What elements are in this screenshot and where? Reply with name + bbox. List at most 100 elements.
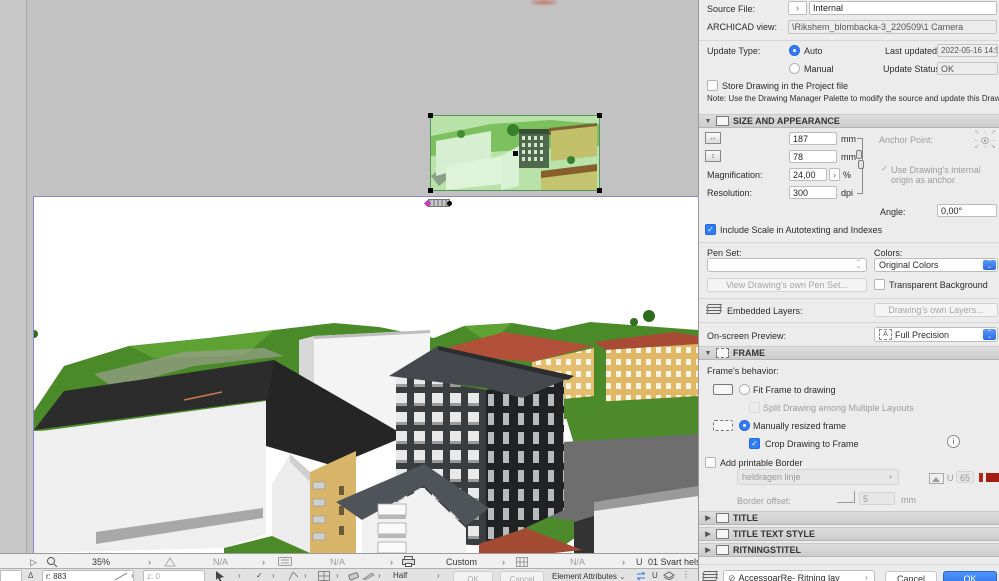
print-setting[interactable]: Custom: [446, 557, 477, 567]
play-icon[interactable]: ▷: [30, 557, 37, 568]
preview-dropdown[interactable]: A Full Precision ⌃ ⌄: [874, 327, 998, 342]
status-bar: ▷ 35% › N/A › N/A › Custom › N/A › U 01 …: [0, 553, 712, 568]
fit-frame-icon: [713, 384, 733, 395]
archicad-window: ▷ 35% › N/A › N/A › Custom › N/A › U 01 …: [0, 0, 999, 581]
flyout-arrow-icon[interactable]: ›: [272, 571, 275, 580]
flyout-arrow-icon[interactable]: ›: [131, 571, 134, 580]
flyout-arrow-icon[interactable]: ›: [238, 571, 241, 580]
size-appearance-header[interactable]: ▼ SIZE AND APPEARANCE: [699, 114, 999, 128]
flyout-arrow-icon[interactable]: ›: [437, 571, 440, 580]
ok-button-disabled[interactable]: OK: [453, 571, 493, 581]
layer-dropdown[interactable]: ⊘ AccessoarRe- Ritning lay ›: [723, 570, 875, 581]
frame-header[interactable]: ▼ FRAME: [699, 346, 999, 360]
border-offset-unit: mm: [901, 495, 916, 505]
chain-link-icon[interactable]: [856, 150, 862, 159]
fit-frame-label[interactable]: Fit Frame to drawing: [753, 385, 836, 395]
layers-icon[interactable]: [662, 571, 675, 580]
manual-frame-label[interactable]: Manually resized frame: [753, 421, 846, 431]
resolution-field[interactable]: 300: [789, 186, 837, 199]
title-text-style-icon: [716, 529, 729, 539]
z-tracker-field[interactable]: z: 0: [143, 570, 205, 581]
delta-icon[interactable]: Δ: [28, 571, 33, 580]
cancel-button-disabled[interactable]: Cancel: [500, 571, 544, 581]
width-field[interactable]: 187: [789, 132, 837, 145]
transparent-bg-label[interactable]: Transparent Background: [889, 280, 988, 290]
store-drawing-label[interactable]: Store Drawing in the Project file: [722, 81, 848, 91]
colors-dropdown[interactable]: Original Colors ⌃ ⌄: [874, 258, 998, 272]
flyout-arrow-icon[interactable]: ›: [622, 557, 625, 567]
selection-handle[interactable]: [597, 188, 602, 193]
check-tool-icon[interactable]: ✓: [256, 571, 263, 580]
keyboard-icon: [278, 557, 292, 566]
auto-radio[interactable]: [789, 45, 800, 56]
pen-set-label: Pen Set:: [707, 248, 742, 258]
view-pen-set-button[interactable]: View Drawing's own Pen Set...: [707, 278, 867, 292]
drawing-title-marker[interactable]: [423, 199, 452, 208]
kebab-icon[interactable]: ⋮: [682, 570, 690, 579]
transfer-settings-icon[interactable]: [636, 571, 649, 581]
magnification-flyout[interactable]: ›: [829, 168, 840, 181]
ritningstitel-header[interactable]: ▶ RITNINGSTITEL: [699, 543, 999, 557]
selected-drawing-preview[interactable]: [428, 113, 602, 193]
flyout-arrow-icon[interactable]: ›: [378, 571, 381, 580]
anchor-point-label: Anchor Point:: [879, 135, 934, 145]
element-attributes-menu[interactable]: Element Attributes ⌄: [552, 572, 626, 581]
disclosure-closed-icon: ▶: [705, 547, 711, 554]
arrow-tool-icon[interactable]: [214, 570, 226, 581]
trim-tool-icon[interactable]: [288, 571, 299, 581]
pen-set-dropdown[interactable]: ⌃ ⌄: [707, 258, 867, 272]
flyout-arrow-icon[interactable]: ›: [304, 571, 307, 580]
manual-frame-radio[interactable]: [739, 420, 750, 431]
cancel-button[interactable]: Cancel: [885, 571, 937, 581]
3d-view-drawing[interactable]: [34, 296, 698, 553]
add-border-checkbox[interactable]: [705, 457, 716, 468]
manual-label[interactable]: Manual: [804, 64, 834, 74]
ok-button[interactable]: OK: [943, 571, 997, 581]
transparent-bg-checkbox[interactable]: [874, 279, 885, 290]
chain-link-icon[interactable]: [858, 160, 864, 169]
crop-checkbox[interactable]: [749, 438, 760, 449]
dropdown-arrows-icon: ⌃ ⌄: [983, 329, 996, 340]
title-header[interactable]: ▶ TITLE: [699, 511, 999, 525]
include-scale-checkbox[interactable]: [705, 224, 716, 235]
flyout-arrow-icon[interactable]: ›: [502, 557, 505, 567]
pencil-icon[interactable]: [362, 571, 375, 580]
flyout-arrow-icon[interactable]: ›: [390, 557, 393, 567]
magnification-field[interactable]: 24,00: [789, 168, 827, 181]
source-flyout-button[interactable]: ›: [788, 1, 807, 15]
grid-snap-icon[interactable]: [318, 571, 330, 581]
add-border-label[interactable]: Add printable Border: [720, 458, 803, 468]
selection-center-handle[interactable]: [513, 151, 518, 156]
store-drawing-checkbox[interactable]: [707, 80, 718, 91]
flyout-arrow-icon[interactable]: ›: [262, 557, 265, 567]
eraser-icon[interactable]: [348, 571, 360, 581]
flyout-arrow-icon[interactable]: ›: [148, 557, 151, 567]
update-status-field: OK: [937, 62, 998, 75]
stepper-icon: ⌃ ⌄: [855, 260, 862, 270]
line-tool-icon[interactable]: [114, 572, 128, 581]
info-icon[interactable]: i: [947, 435, 960, 448]
pen-weight-value[interactable]: Half: [393, 571, 407, 580]
source-file-field[interactable]: Internal: [809, 1, 997, 15]
auto-label[interactable]: Auto: [804, 46, 823, 56]
magnification-label: Magnification:: [707, 170, 763, 180]
selection-handle[interactable]: [597, 113, 602, 118]
flyout-arrow-icon[interactable]: ›: [336, 571, 339, 580]
selection-handle[interactable]: [428, 113, 433, 118]
pen-icon[interactable]: U: [652, 571, 658, 580]
drawings-own-layers-button[interactable]: Drawing's own Layers...: [874, 303, 998, 317]
title-text-style-header[interactable]: ▶ TITLE TEXT STYLE: [699, 527, 999, 541]
border-offset-label: Border offset:: [737, 496, 791, 506]
angle-field[interactable]: 0,00°: [937, 204, 997, 217]
marker-handle[interactable]: [447, 201, 452, 206]
manual-radio[interactable]: [789, 63, 800, 74]
fit-frame-radio[interactable]: [739, 384, 750, 395]
printer-icon: [402, 556, 415, 567]
height-field[interactable]: 78: [789, 150, 837, 163]
crop-label[interactable]: Crop Drawing to Frame: [765, 439, 859, 449]
preview-label: On-screen Preview:: [707, 331, 787, 341]
anchor-point-grid[interactable]: ↖ ↑ ↗ ← ● → ↙ ↓ ↘: [973, 130, 997, 151]
zoom-level[interactable]: 35%: [92, 557, 110, 567]
selection-handle[interactable]: [428, 188, 433, 193]
include-scale-label[interactable]: Include Scale in Autotexting and Indexes: [720, 225, 882, 235]
